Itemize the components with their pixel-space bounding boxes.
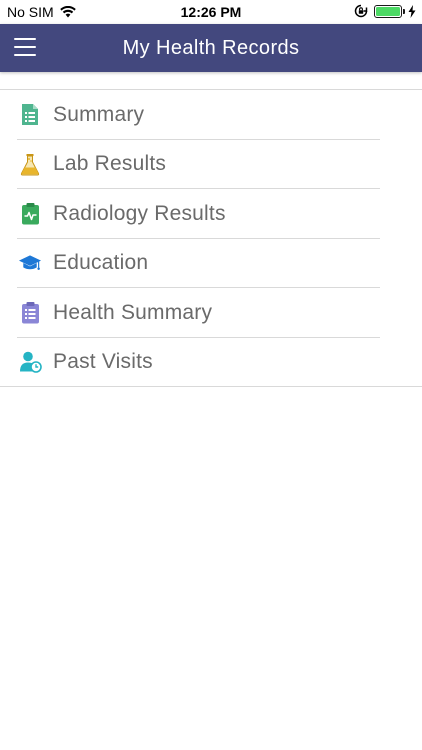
battery-icon [374, 4, 405, 18]
menu-item-past-visits[interactable]: Past Visits [0, 338, 422, 388]
page-title: My Health Records [122, 37, 300, 59]
menu-item-label: Radiology Results [53, 201, 226, 225]
clipboard-list-icon [18, 301, 42, 325]
clipboard-pulse-icon [18, 202, 42, 226]
menu-item-label: Education [53, 251, 149, 275]
menu-item-radiology-results[interactable]: Radiology Results [0, 189, 422, 239]
graduation-cap-icon [18, 251, 42, 275]
flask-icon [18, 152, 42, 176]
menu-item-lab-results[interactable]: Lab Results [0, 140, 422, 190]
menu-item-label: Past Visits [53, 350, 153, 374]
menu-item-label: Health Summary [53, 300, 213, 324]
menu-item-health-summary[interactable]: Health Summary [0, 288, 422, 338]
menu-item-label: Summary [53, 102, 145, 126]
nav-bar: My Health Records [0, 24, 422, 72]
health-records-menu: Summary Lab Results Radiology Results Ed… [0, 89, 422, 387]
user-clock-icon [18, 350, 42, 374]
status-bar: No SIM 12:26 PM [0, 0, 422, 24]
charging-bolt-icon [408, 4, 416, 18]
document-icon [18, 103, 42, 127]
status-right [354, 4, 416, 18]
menu-item-label: Lab Results [53, 152, 167, 176]
menu-item-summary[interactable]: Summary [0, 90, 422, 140]
menu-item-education[interactable]: Education [0, 239, 422, 289]
orientation-lock-icon [354, 4, 368, 18]
battery-level [376, 6, 400, 16]
